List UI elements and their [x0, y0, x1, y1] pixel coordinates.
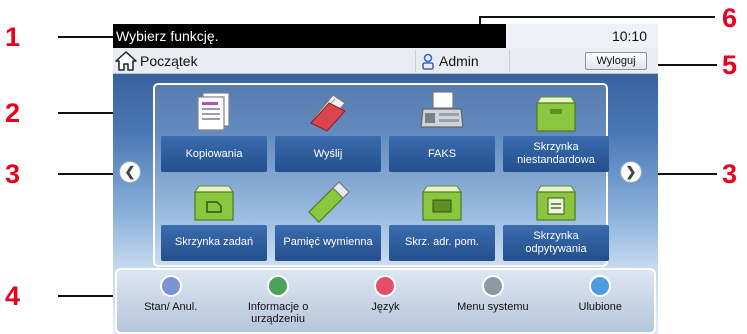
status-icon — [159, 275, 182, 297]
job-box-icon — [194, 185, 234, 221]
favorites-button[interactable]: Ulubione — [550, 275, 650, 332]
callout-line-6 — [479, 16, 715, 18]
user-name: Admin — [439, 53, 479, 69]
message-bar: Wybierz funkcję. 10:10 — [113, 24, 658, 48]
fax-icon — [420, 91, 464, 128]
function-label: Pamięć wymienna — [275, 224, 381, 261]
navigation-bar: Początek Admin Wyloguj — [113, 48, 658, 74]
status-message: Wybierz funkcję. — [113, 24, 506, 48]
function-label: Skrzynka zadań — [161, 224, 267, 261]
clock: 10:10 — [506, 24, 658, 48]
bottom-label: Ulubione — [578, 301, 622, 313]
function-job-box-button[interactable]: Skrzynka zadań — [159, 177, 269, 263]
usb-memory-icon — [308, 180, 350, 223]
language-button[interactable]: Język — [335, 275, 435, 332]
device-info-button[interactable]: Informacje o urządzeniu — [228, 275, 328, 332]
function-label: Skrz. adr. pom. — [389, 224, 495, 261]
operation-panel: Wybierz funkcję. 10:10 Początek Admin Wy… — [113, 24, 658, 334]
user-icon — [422, 53, 434, 70]
copy-icon — [197, 92, 230, 131]
function-label: Skrzynka niestandardowa — [503, 136, 609, 172]
custom-box-icon — [536, 96, 576, 132]
bottom-label: Informacje o urządzeniu — [247, 301, 309, 325]
function-fax-button[interactable]: FAKS — [387, 88, 497, 174]
home-label: Początek — [140, 53, 198, 69]
callout-5: 5 — [722, 50, 738, 80]
bottom-label: Menu systemu — [457, 301, 529, 313]
function-polling-box-button[interactable]: Skrzynka odpytywania — [501, 177, 611, 263]
function-fax-box-button[interactable]: Skrz. adr. pom. — [387, 177, 497, 263]
callout-6: 6 — [722, 3, 738, 33]
logout-button[interactable]: Wyloguj — [585, 52, 647, 70]
language-icon — [374, 275, 397, 297]
function-label: Skrzynka odpytywania — [503, 224, 609, 261]
favorites-icon — [589, 275, 612, 297]
callout-3-right: 3 — [722, 159, 738, 189]
polling-box-icon — [536, 185, 576, 221]
send-icon — [310, 94, 346, 132]
logged-in-user: Admin — [415, 50, 510, 72]
fax-box-icon — [422, 185, 462, 221]
bottom-label: Język — [371, 301, 400, 313]
function-send-button[interactable]: Wyślij — [273, 88, 383, 174]
home-icon — [115, 51, 137, 71]
function-label: Wyślij — [275, 136, 381, 172]
chevron-right-icon: ❯ — [625, 164, 637, 179]
callout-line-4 — [58, 295, 116, 297]
bottom-label: Stan/ Anul. — [144, 301, 198, 313]
function-label: FAKS — [389, 136, 495, 172]
home-button[interactable]: Początek — [115, 50, 198, 72]
function-custom-box-button[interactable]: Skrzynka niestandardowa — [501, 88, 611, 174]
system-menu-button[interactable]: Menu systemu — [443, 275, 543, 332]
chevron-left-icon: ❮ — [124, 164, 136, 179]
next-page-button[interactable]: ❯ — [620, 161, 642, 183]
device-info-icon — [267, 275, 290, 297]
function-copy-button[interactable]: Kopiowania — [159, 88, 269, 174]
callout-4: 4 — [5, 281, 21, 311]
previous-page-button[interactable]: ❮ — [119, 161, 141, 183]
callout-3-left: 3 — [5, 159, 21, 189]
system-menu-bar: Stan/ Anul. Informacje o urządzeniu Języ… — [115, 268, 656, 334]
status-job-cancel-button[interactable]: Stan/ Anul. — [121, 275, 221, 332]
callout-line-1 — [58, 36, 116, 38]
system-menu-icon — [481, 275, 504, 297]
callout-2: 2 — [5, 98, 21, 128]
callout-1: 1 — [5, 22, 21, 52]
function-area: Kopiowania Wyślij FAKS Skrzynka niestand… — [153, 83, 611, 267]
function-label: Kopiowania — [161, 136, 267, 172]
function-removable-memory-button[interactable]: Pamięć wymienna — [273, 177, 383, 263]
